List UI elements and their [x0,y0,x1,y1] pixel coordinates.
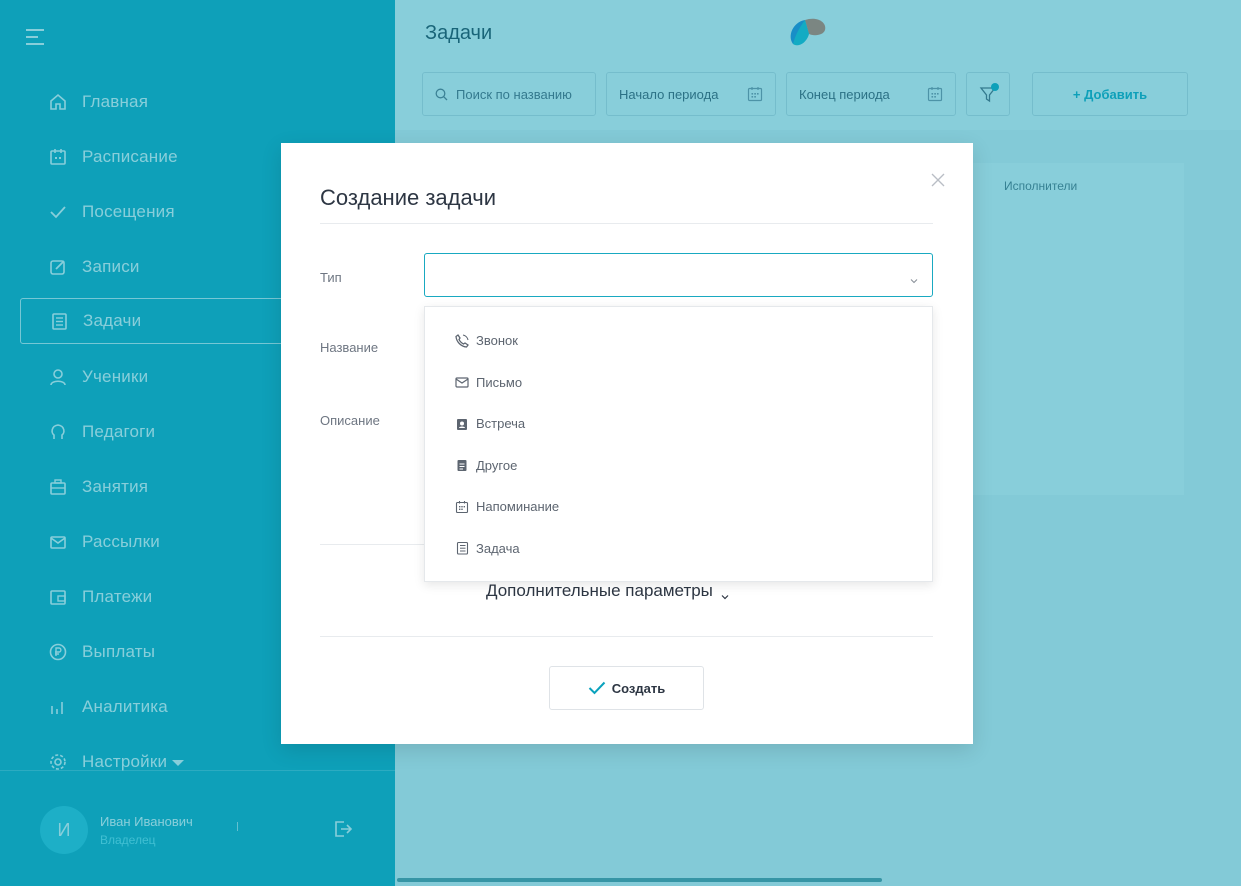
clipboard-icon [455,458,469,472]
create-label: Создать [611,680,666,696]
modal-divider [320,223,933,224]
name-label: Название [320,340,379,355]
type-option-task[interactable]: Задача [425,528,932,570]
type-select[interactable] [424,253,933,297]
option-label: Звонок [476,333,518,349]
type-option-other[interactable]: Другое [425,445,932,487]
phone-icon [455,333,469,348]
check-icon [588,681,606,695]
type-option-letter[interactable]: Письмо [425,362,932,404]
option-label: Задача [476,540,520,556]
modal-title: Создание задачи [320,185,496,210]
option-label: Письмо [476,374,523,390]
chevron-down-icon [910,272,918,284]
option-label: Встреча [476,416,526,432]
extra-params-label: Дополнительные параметры [486,581,713,600]
type-dropdown: Звонок Письмо Встреча Другое Напоминание… [424,306,933,582]
tasks-icon [455,541,469,555]
type-option-reminder[interactable]: Напоминание [425,486,932,528]
create-button[interactable]: Создать [549,666,704,710]
mail-icon [455,375,469,389]
type-label: Тип [320,270,342,285]
chevron-down-icon [721,586,729,599]
type-option-meeting[interactable]: Встреча [425,403,932,445]
option-label: Другое [476,457,518,473]
type-option-call[interactable]: Звонок [425,320,932,362]
create-task-modal: Создание задачи Тип Название Описание Зв… [281,143,973,744]
option-label: Напоминание [476,499,560,515]
extra-params-toggle[interactable]: Дополнительные параметры [486,581,729,601]
modal-divider [320,636,933,637]
description-label: Описание [320,413,380,428]
meeting-icon [455,417,469,431]
calendar-icon [455,500,469,514]
close-icon[interactable] [929,171,947,189]
